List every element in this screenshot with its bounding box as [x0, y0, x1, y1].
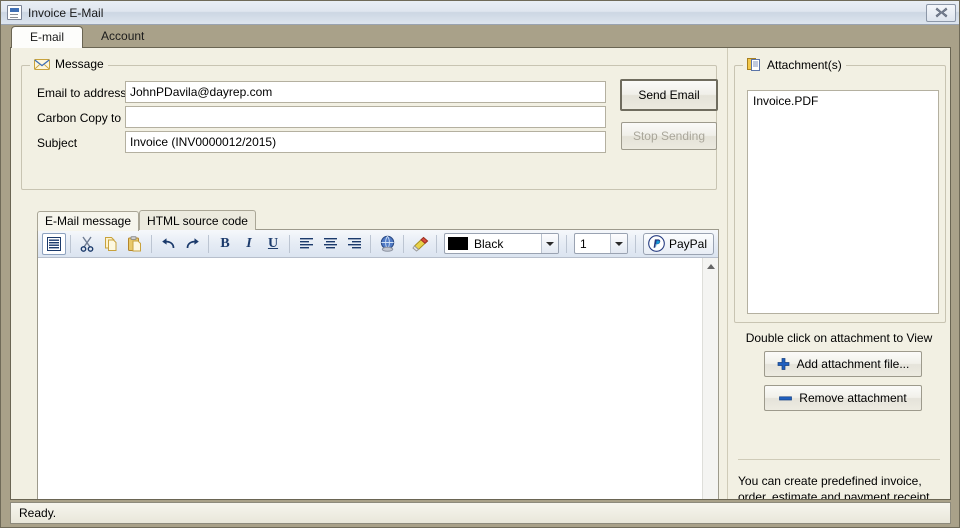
bold-label: B — [220, 235, 230, 251]
tab-html-source-label: HTML source code — [147, 213, 248, 228]
subject-value: Invoice (INV0000012/2015) — [130, 135, 277, 149]
send-email-label: Send Email — [638, 88, 700, 102]
toolbar-separator — [436, 234, 437, 253]
list-item[interactable]: Invoice.PDF — [753, 94, 933, 109]
message-pane: Message Email to address JohnPDavila@day… — [11, 48, 727, 499]
italic-label: I — [246, 235, 252, 251]
eraser-icon[interactable] — [408, 233, 432, 255]
underline-label: U — [267, 235, 279, 251]
add-attachment-button[interactable]: Add attachment file... — [764, 351, 922, 377]
message-group: Message Email to address JohnPDavila@day… — [21, 57, 718, 190]
bold-icon[interactable]: B — [213, 233, 237, 255]
email-to-input[interactable]: JohnPDavila@dayrep.com — [125, 81, 606, 103]
italic-icon[interactable]: I — [237, 233, 261, 255]
toolbar-separator — [635, 234, 636, 253]
toolbar-separator — [208, 234, 209, 253]
attachments-group-label: Attachment(s) — [767, 57, 842, 72]
subject-input[interactable]: Invoice (INV0000012/2015) — [125, 131, 606, 153]
message-group-legend: Message — [30, 57, 108, 71]
minus-icon — [779, 395, 793, 400]
paste-icon[interactable] — [123, 233, 147, 255]
editor-body: B I U Black 1 PayPal — [37, 229, 719, 499]
invoice-email-window: Invoice E-Mail E-mail Account Message Em… — [0, 0, 960, 528]
attachment-hint: Double click on attachment to View — [745, 331, 933, 345]
tab-html-source[interactable]: HTML source code — [139, 210, 256, 230]
message-body-input[interactable] — [38, 258, 702, 499]
tab-account[interactable]: Account — [83, 25, 162, 47]
message-editor: E-Mail message HTML source code B I U Bl… — [37, 210, 719, 499]
paypal-button[interactable]: PayPal — [643, 232, 715, 255]
toolbar-separator — [566, 234, 567, 253]
carbon-copy-label: Carbon Copy to — [37, 111, 122, 125]
paypal-label: PayPal — [669, 236, 708, 251]
attachments-pane: Attachment(s) Invoice.PDF Double click o… — [727, 48, 950, 499]
editor-scrollbar[interactable] — [702, 258, 718, 499]
stop-sending-label: Stop Sending — [632, 129, 706, 143]
editor-tabs: E-Mail message HTML source code — [37, 210, 719, 231]
toolbar-separator — [403, 234, 404, 253]
email-to-label: Email to address — [37, 86, 127, 100]
close-icon[interactable] — [926, 3, 956, 22]
email-to-value: JohnPDavila@dayrep.com — [130, 85, 273, 99]
cut-icon[interactable] — [75, 233, 99, 255]
document-mail-icon — [7, 5, 22, 20]
attachments-group: Attachment(s) Invoice.PDF — [734, 57, 946, 323]
align-left-icon[interactable] — [294, 233, 318, 255]
select-all-icon[interactable] — [42, 232, 66, 255]
font-color-value: Black — [474, 236, 504, 251]
tab-account-label: Account — [101, 29, 145, 43]
window-title: Invoice E-Mail — [28, 5, 104, 20]
underline-icon[interactable]: U — [261, 233, 285, 255]
color-swatch — [448, 237, 468, 250]
toolbar-separator — [151, 234, 152, 253]
title-bar: Invoice E-Mail — [1, 1, 959, 25]
message-group-label: Message — [55, 57, 104, 71]
font-size-value: 1 — [580, 236, 587, 251]
font-size-select[interactable]: 1 — [574, 233, 628, 254]
scroll-up-icon[interactable] — [703, 258, 718, 274]
pane-divider — [738, 459, 940, 460]
attachment-pages-icon — [747, 58, 760, 71]
editor-toolbar: B I U Black 1 PayPal — [38, 230, 718, 258]
attachments-group-legend: Attachment(s) — [743, 57, 846, 72]
toolbar-separator — [370, 234, 371, 253]
tab-panel-email: Message Email to address JohnPDavila@day… — [10, 47, 951, 500]
insert-link-globe-icon[interactable] — [375, 233, 399, 255]
envelope-icon — [34, 58, 50, 70]
undo-icon[interactable] — [156, 233, 180, 255]
templates-tip: You can create predefined invoice, order… — [738, 474, 930, 500]
status-bar: Ready. — [10, 502, 951, 524]
align-right-icon[interactable] — [342, 233, 366, 255]
carbon-copy-input[interactable] — [125, 106, 606, 128]
tab-email-label: E-mail — [30, 30, 65, 44]
toolbar-separator — [289, 234, 290, 253]
font-color-select[interactable]: Black — [444, 233, 559, 254]
paypal-icon — [648, 235, 665, 252]
copy-icon[interactable] — [99, 233, 123, 255]
status-text: Ready. — [19, 506, 57, 520]
tab-email-message-label: E-Mail message — [45, 214, 132, 228]
chevron-down-icon — [541, 234, 558, 253]
tab-email[interactable]: E-mail — [11, 26, 84, 48]
chevron-down-icon — [610, 234, 627, 253]
align-center-icon[interactable] — [318, 233, 342, 255]
remove-attachment-button[interactable]: Remove attachment — [764, 385, 922, 411]
editor-area — [38, 258, 718, 499]
add-attachment-label: Add attachment file... — [796, 357, 910, 371]
redo-icon[interactable] — [180, 233, 204, 255]
toolbar-separator — [70, 234, 71, 253]
remove-attachment-label: Remove attachment — [799, 391, 907, 405]
plus-icon — [777, 357, 789, 370]
main-tabs: E-mail Account — [1, 25, 959, 48]
attachment-list[interactable]: Invoice.PDF — [747, 90, 939, 314]
stop-sending-button: Stop Sending — [621, 122, 717, 150]
subject-label: Subject — [37, 136, 78, 150]
tab-email-message[interactable]: E-Mail message — [37, 211, 140, 231]
send-email-button[interactable]: Send Email — [620, 79, 718, 111]
